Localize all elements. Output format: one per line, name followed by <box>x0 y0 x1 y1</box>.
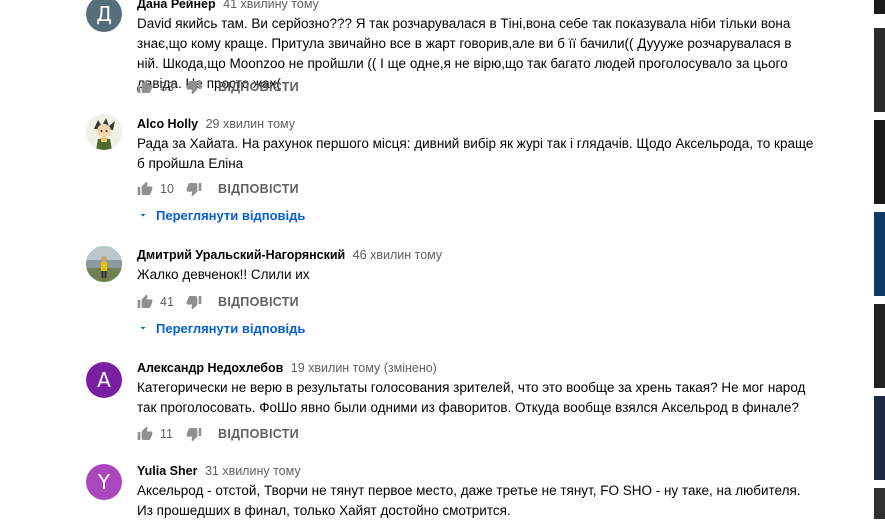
thumb-up-icon[interactable] <box>137 181 153 197</box>
comment-time[interactable]: 46 хвилин тому <box>353 248 442 262</box>
comments-section: Д Дана Рейнер 41 хвилину тому David який… <box>0 0 860 519</box>
comment-thread: Д Дана Рейнер 41 хвилину тому David який… <box>0 0 860 100</box>
video-thumbnail[interactable] <box>874 120 885 204</box>
thumb-down-icon[interactable] <box>186 426 202 442</box>
comment-header: Alco Holly 29 хвилин тому <box>137 116 295 132</box>
thumb-up-icon[interactable] <box>137 294 153 310</box>
comment-author[interactable]: Alco Holly <box>137 117 198 131</box>
comment-text: Рада за Хайата. На рахунок першого місця… <box>137 136 814 171</box>
reply-button[interactable]: ВІДПОВІСТИ <box>218 80 299 94</box>
like-count: 10 <box>160 182 174 196</box>
video-thumbnail[interactable] <box>874 304 885 388</box>
avatar-letter: Y <box>97 470 111 494</box>
comment-actions: 33 ВІДПОВІСТИ <box>137 78 299 96</box>
comment-header: Дмитрий Уральский-Нагорянский 46 хвилин … <box>137 247 442 263</box>
comment-text: Аксельрод - отстой, Творчи не тянут перв… <box>137 483 801 518</box>
comment-actions: 11 ВІДПОВІСТИ <box>137 425 299 443</box>
comment-time[interactable]: 19 хвилин тому <box>291 361 380 375</box>
thumb-down-icon[interactable] <box>186 79 202 95</box>
thumb-up-icon[interactable] <box>137 79 153 95</box>
comment-header: Дана Рейнер 41 хвилину тому <box>137 0 319 12</box>
comment-time[interactable]: 41 хвилину тому <box>223 0 319 11</box>
thumb-down-icon[interactable] <box>186 181 202 197</box>
comment-text: Жалко девченок!! Слили их <box>137 267 310 282</box>
avatar[interactable]: Д <box>86 0 122 32</box>
like-count: 41 <box>160 295 174 309</box>
comment-thread: Дмитрий Уральский-Нагорянский 46 хвилин … <box>0 238 860 338</box>
comment-thread: Y Yulia Sher 31 хвилину тому Аксельрод -… <box>0 456 860 519</box>
comment-actions: 10 ВІДПОВІСТИ <box>137 180 299 198</box>
comment-header: Александр Недохлебов 19 хвилин тому (змі… <box>137 360 437 376</box>
comment-time[interactable]: 31 хвилину тому <box>205 464 301 478</box>
avatar-photo-image <box>86 246 122 282</box>
reply-button[interactable]: ВІДПОВІСТИ <box>218 295 299 309</box>
comment-time[interactable]: 29 хвилин тому <box>206 117 295 131</box>
view-replies-button[interactable]: Переглянути відповідь <box>137 206 305 224</box>
avatar-letter: A <box>97 368 111 392</box>
avatar-letter: Д <box>96 2 112 26</box>
view-replies-button[interactable]: Переглянути відповідь <box>137 319 305 337</box>
reply-button[interactable]: ВІДПОВІСТИ <box>218 182 299 196</box>
avatar[interactable] <box>86 114 122 150</box>
comment-text: Категорически не верю в результаты голос… <box>137 380 806 415</box>
comment-author[interactable]: Дана Рейнер <box>137 0 216 11</box>
related-videos-strip <box>874 0 885 519</box>
comment-actions: 41 ВІДПОВІСТИ <box>137 293 299 311</box>
video-thumbnail[interactable] <box>874 0 885 14</box>
avatar-cartoon-image <box>86 114 122 150</box>
video-thumbnail[interactable] <box>874 488 885 519</box>
like-count: 33 <box>160 80 174 94</box>
like-count: 11 <box>160 427 173 441</box>
reply-button[interactable]: ВІДПОВІСТИ <box>218 427 299 441</box>
comment-author[interactable]: Александр Недохлебов <box>137 361 283 375</box>
video-thumbnail[interactable] <box>874 396 885 480</box>
avatar[interactable]: Y <box>86 464 122 500</box>
chevron-down-icon <box>140 327 146 330</box>
comment-header: Yulia Sher 31 хвилину тому <box>137 463 301 479</box>
thumb-up-icon[interactable] <box>137 426 153 442</box>
edited-label: (змінено) <box>383 361 437 375</box>
comment-author[interactable]: Дмитрий Уральский-Нагорянский <box>137 248 345 262</box>
avatar[interactable]: A <box>86 362 122 398</box>
comment-thread: A Александр Недохлебов 19 хвилин тому (з… <box>0 352 860 452</box>
video-thumbnail[interactable] <box>874 212 885 296</box>
view-replies-label: Переглянути відповідь <box>156 207 306 223</box>
view-replies-label: Переглянути відповідь <box>156 320 306 336</box>
comment-thread: Alco Holly 29 хвилин тому Рада за Хайата… <box>0 110 860 230</box>
comment-author[interactable]: Yulia Sher <box>137 464 197 478</box>
avatar[interactable] <box>86 246 122 282</box>
chevron-down-icon <box>140 214 146 217</box>
video-thumbnail[interactable] <box>874 28 885 112</box>
thumb-down-icon[interactable] <box>186 294 202 310</box>
